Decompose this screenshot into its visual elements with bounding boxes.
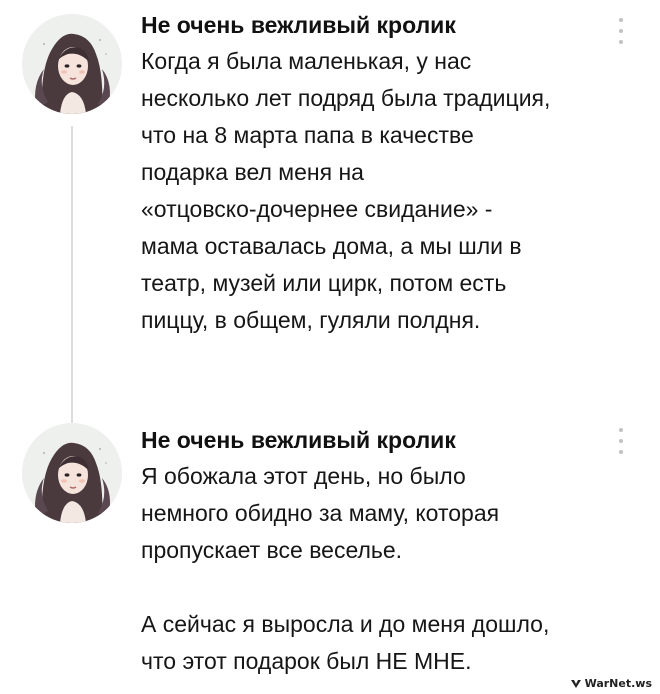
more-vertical-icon[interactable]	[614, 428, 628, 454]
watermark-text: WarNet.ws	[584, 677, 652, 690]
more-vertical-icon[interactable]	[614, 18, 628, 44]
post-paragraph: А сейчас я выросла и до меня дошло, что …	[141, 611, 550, 674]
avatar[interactable]	[22, 14, 122, 114]
post-paragraph: Когда я была маленькая, у нас несколько …	[141, 48, 551, 333]
thread-line	[71, 126, 73, 426]
avatar[interactable]	[22, 423, 122, 523]
post-paragraph: Я обожала этот день, но было немного оби…	[141, 463, 500, 563]
girl-portrait-icon	[22, 423, 122, 523]
author-name[interactable]: Не очень вежливый кролик	[141, 11, 456, 39]
post-text: Я обожала этот день, но было немного оби…	[141, 458, 631, 680]
logo-icon	[570, 679, 581, 688]
girl-portrait-icon	[22, 14, 122, 114]
post-text: Когда я была маленькая, у нас несколько …	[141, 43, 631, 339]
author-name[interactable]: Не очень вежливый кролик	[141, 426, 456, 454]
watermark: WarNet.ws	[570, 677, 652, 690]
